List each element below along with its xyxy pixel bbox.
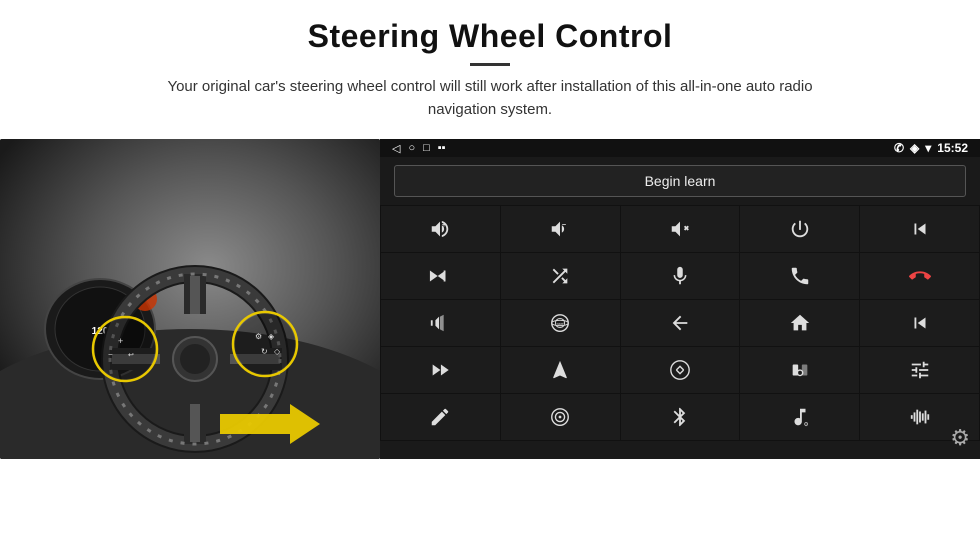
bluetooth-button[interactable] — [621, 394, 740, 440]
hang-up-button[interactable] — [860, 253, 979, 299]
360-view-button[interactable]: 360° — [501, 300, 620, 346]
fast-forward-button[interactable] — [381, 347, 500, 393]
location-status-icon: ◈ — [910, 141, 919, 155]
page-title: Steering Wheel Control — [0, 18, 980, 55]
svg-text:◇: ◇ — [274, 347, 281, 356]
skip-back-button[interactable] — [860, 300, 979, 346]
shuffle-button[interactable] — [501, 253, 620, 299]
statusbar-right: ✆ ◈ ▾ 15:52 — [894, 141, 968, 155]
prev-track-button[interactable] — [860, 206, 979, 252]
svg-text:−: − — [562, 220, 566, 229]
mute-button[interactable] — [621, 206, 740, 252]
svg-text:⚙: ⚙ — [803, 421, 808, 428]
equalizer-button[interactable] — [860, 347, 979, 393]
page: Steering Wheel Control Your original car… — [0, 0, 980, 547]
android-statusbar: ◁ ○ □ ▪▪ ✆ ◈ ▾ 15:52 — [380, 139, 980, 157]
svg-text:↻: ↻ — [261, 347, 268, 356]
svg-text:−: − — [108, 350, 113, 359]
begin-learn-row: Begin learn — [380, 157, 980, 205]
svg-text:+: + — [442, 220, 446, 229]
mic-button[interactable] — [621, 253, 740, 299]
back-button[interactable] — [621, 300, 740, 346]
back-nav-icon[interactable]: ◁ — [392, 142, 400, 155]
svg-text:⚙: ⚙ — [255, 332, 262, 341]
svg-text:◈: ◈ — [268, 332, 275, 341]
edit-button[interactable] — [381, 394, 500, 440]
statusbar-left: ◁ ○ □ ▪▪ — [392, 142, 446, 155]
home-nav-icon[interactable]: ○ — [408, 142, 415, 154]
svg-text:↩: ↩ — [128, 352, 134, 359]
phone-status-icon: ✆ — [894, 141, 904, 155]
next-track-button[interactable] — [381, 253, 500, 299]
header-description: Your original car's steering wheel contr… — [140, 76, 840, 121]
svg-text:360°: 360° — [557, 322, 566, 327]
settings-gear-icon[interactable]: ⚙ — [950, 425, 970, 451]
android-panel: ◁ ○ □ ▪▪ ✆ ◈ ▾ 15:52 Begin learn — [380, 139, 980, 459]
header-section: Steering Wheel Control Your original car… — [0, 0, 980, 129]
main-content: 120 — [0, 139, 980, 547]
home-button[interactable] — [740, 300, 859, 346]
music-settings-button[interactable]: ⚙ — [740, 394, 859, 440]
power-button[interactable] — [740, 206, 859, 252]
icon-grid: + − — [380, 205, 980, 441]
phone-button[interactable] — [740, 253, 859, 299]
recent-nav-icon[interactable]: □ — [423, 142, 430, 154]
vol-up-button[interactable]: + — [381, 206, 500, 252]
horn-button[interactable] — [381, 300, 500, 346]
signal-icon: ▪▪ — [438, 142, 446, 154]
swap-button[interactable] — [621, 347, 740, 393]
vol-down-button[interactable]: − — [501, 206, 620, 252]
navigate-button[interactable] — [501, 347, 620, 393]
record-button[interactable] — [740, 347, 859, 393]
svg-text:+: + — [118, 336, 123, 346]
clock: 15:52 — [937, 141, 968, 155]
title-divider — [470, 63, 510, 66]
begin-learn-button[interactable]: Begin learn — [394, 165, 966, 197]
wifi-status-icon: ▾ — [925, 141, 931, 155]
car-image: 120 — [0, 139, 380, 459]
target-button[interactable] — [501, 394, 620, 440]
